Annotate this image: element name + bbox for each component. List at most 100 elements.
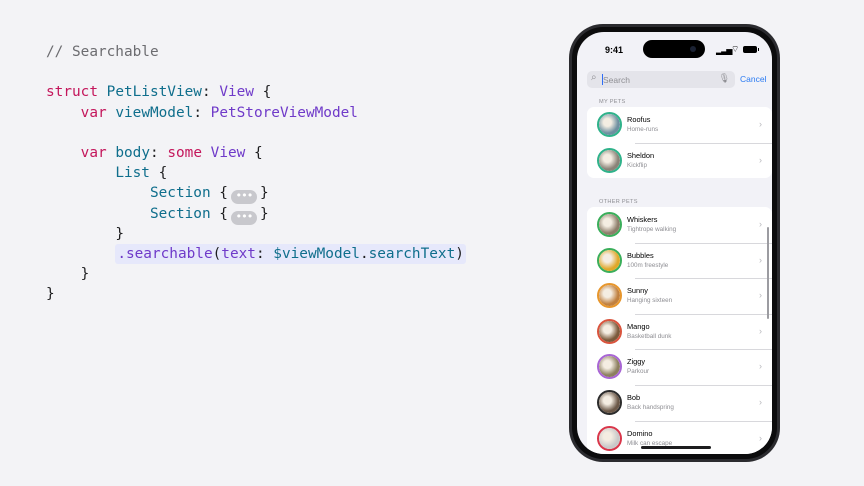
collapsed-code-pill[interactable]: ••• xyxy=(230,190,257,205)
search-field[interactable]: ⌕ 🎙︎ xyxy=(587,71,735,88)
other-pets-list: Whiskers Tightrope walking › Bubbles 100m fr… xyxy=(587,207,772,454)
pet-avatar xyxy=(597,112,622,137)
scrollbar[interactable] xyxy=(766,227,769,319)
pet-avatar xyxy=(597,283,622,309)
pet-trick: Basketball dunk xyxy=(627,332,672,340)
code-token: { xyxy=(219,205,228,222)
list-item[interactable]: Bob Back handspring › xyxy=(587,384,772,421)
chevron-right-icon: › xyxy=(759,432,762,443)
pet-name: Mango xyxy=(627,321,650,331)
search-input[interactable] xyxy=(603,71,713,88)
list-item[interactable]: Bubbles 100m freestyle › xyxy=(587,242,772,279)
list-item[interactable]: Sunny Hanging sixteen › xyxy=(587,278,772,314)
code-token: $viewModel xyxy=(273,245,360,262)
battery-icon xyxy=(743,46,759,53)
microphone-icon[interactable]: 🎙︎ xyxy=(719,73,730,84)
code-token: ( xyxy=(212,245,222,262)
pet-trick: Back handspring xyxy=(627,403,674,411)
pet-avatar xyxy=(597,389,622,415)
my-pets-list: Roofus Home-runs › Sheldon Kickflip › xyxy=(587,107,772,179)
section-header-other-pets: OTHER PETS xyxy=(599,199,638,205)
list-item[interactable]: Ziggy Parkour › xyxy=(587,349,772,385)
pet-avatar xyxy=(597,212,622,237)
pet-photo xyxy=(599,356,620,378)
pet-name: Ziggy xyxy=(627,357,646,367)
camera-icon xyxy=(690,46,696,52)
code-token: : xyxy=(193,104,202,121)
code-token: text xyxy=(221,245,256,262)
pet-name: Sunny xyxy=(627,286,648,296)
list-item[interactable]: Sheldon Kickflip › xyxy=(587,142,772,179)
pet-avatar xyxy=(597,318,622,344)
code-token: : xyxy=(201,84,211,101)
code-line-close: } xyxy=(46,284,466,304)
cancel-button[interactable]: Cancel xyxy=(740,74,766,84)
code-token: . xyxy=(359,245,369,262)
highlighted-modifier: .searchable(text: $viewModel.searchText) xyxy=(115,243,466,264)
section-header-my-pets: MY PETS xyxy=(599,99,626,105)
code-line-close: } xyxy=(46,264,466,284)
code-line-list: List { xyxy=(46,163,466,183)
code-token: searchText xyxy=(368,245,456,262)
status-time: 9:41 xyxy=(605,45,624,55)
pet-trick: Tightrope walking xyxy=(627,226,677,233)
code-token: var xyxy=(80,104,107,121)
chevron-right-icon: › xyxy=(759,154,762,165)
chevron-right-icon: › xyxy=(759,290,762,301)
code-snippet: // Searchable struct PetListView: View {… xyxy=(46,42,466,304)
code-comment: // Searchable xyxy=(46,44,159,60)
code-token: Section xyxy=(149,205,211,222)
code-token: } xyxy=(259,185,269,202)
collapsed-code-pill[interactable]: ••• xyxy=(230,210,257,225)
pet-trick: Hanging sixteen xyxy=(627,297,673,305)
pet-name: Bubbles xyxy=(627,250,654,260)
phone-screen: 9:41 ▂▃▅ ⌔ ⌕ 🎙︎ Cancel MY PETS Roofus Hom… xyxy=(577,32,772,454)
code-token: ) xyxy=(455,245,464,262)
code-token: List xyxy=(115,165,150,182)
code-token: } xyxy=(46,286,55,303)
code-line-struct: struct PetListView: View { xyxy=(46,82,466,102)
wifi-icon: ⌔ xyxy=(731,44,740,54)
search-bar: ⌕ 🎙︎ Cancel xyxy=(587,71,772,89)
pet-avatar xyxy=(597,147,622,173)
pet-name: Roofus xyxy=(627,115,651,124)
chevron-right-icon: › xyxy=(759,396,762,407)
pet-photo xyxy=(599,285,620,307)
code-token: : xyxy=(255,245,265,262)
code-token: { xyxy=(158,165,168,182)
pet-photo xyxy=(599,391,620,413)
pet-name: Sheldon xyxy=(627,150,655,160)
code-line-section: Section {•••} xyxy=(46,183,466,205)
pet-trick: 100m freestyle xyxy=(627,261,669,269)
list-item[interactable]: Mango Basketball dunk › xyxy=(587,313,772,350)
pet-photo xyxy=(599,214,620,235)
chevron-right-icon: › xyxy=(759,361,762,372)
chevron-right-icon: › xyxy=(759,254,762,265)
code-token: } xyxy=(115,225,124,242)
code-token: struct xyxy=(46,84,98,101)
pet-name: Bob xyxy=(627,392,641,402)
home-indicator[interactable] xyxy=(641,446,711,449)
code-token: . xyxy=(117,245,126,262)
code-token: View xyxy=(219,84,254,101)
code-line-viewmodel: var viewModel: PetStoreViewModel xyxy=(46,103,466,123)
code-line-searchable: .searchable(text: $viewModel.searchText) xyxy=(46,243,466,264)
pet-photo xyxy=(599,149,620,171)
code-line-section: Section {•••} xyxy=(46,204,466,225)
iphone-frame: 9:41 ▂▃▅ ⌔ ⌕ 🎙︎ Cancel MY PETS Roofus Hom… xyxy=(569,24,780,462)
list-item[interactable]: Roofus Home-runs › xyxy=(587,107,772,143)
list-item[interactable]: Whiskers Tightrope walking › xyxy=(587,207,772,243)
code-token: PetListView xyxy=(106,84,202,101)
code-token: { xyxy=(219,185,228,202)
code-token: { xyxy=(262,84,272,101)
code-token: searchable xyxy=(125,245,213,262)
pet-photo xyxy=(599,249,620,271)
pet-name: Whiskers xyxy=(627,215,658,224)
code-token: View xyxy=(210,144,246,161)
dynamic-island xyxy=(643,40,705,58)
code-token: viewModel xyxy=(115,104,194,121)
pet-trick: Parkour xyxy=(627,368,650,376)
code-token: } xyxy=(259,205,269,222)
search-icon: ⌕ xyxy=(591,72,597,83)
